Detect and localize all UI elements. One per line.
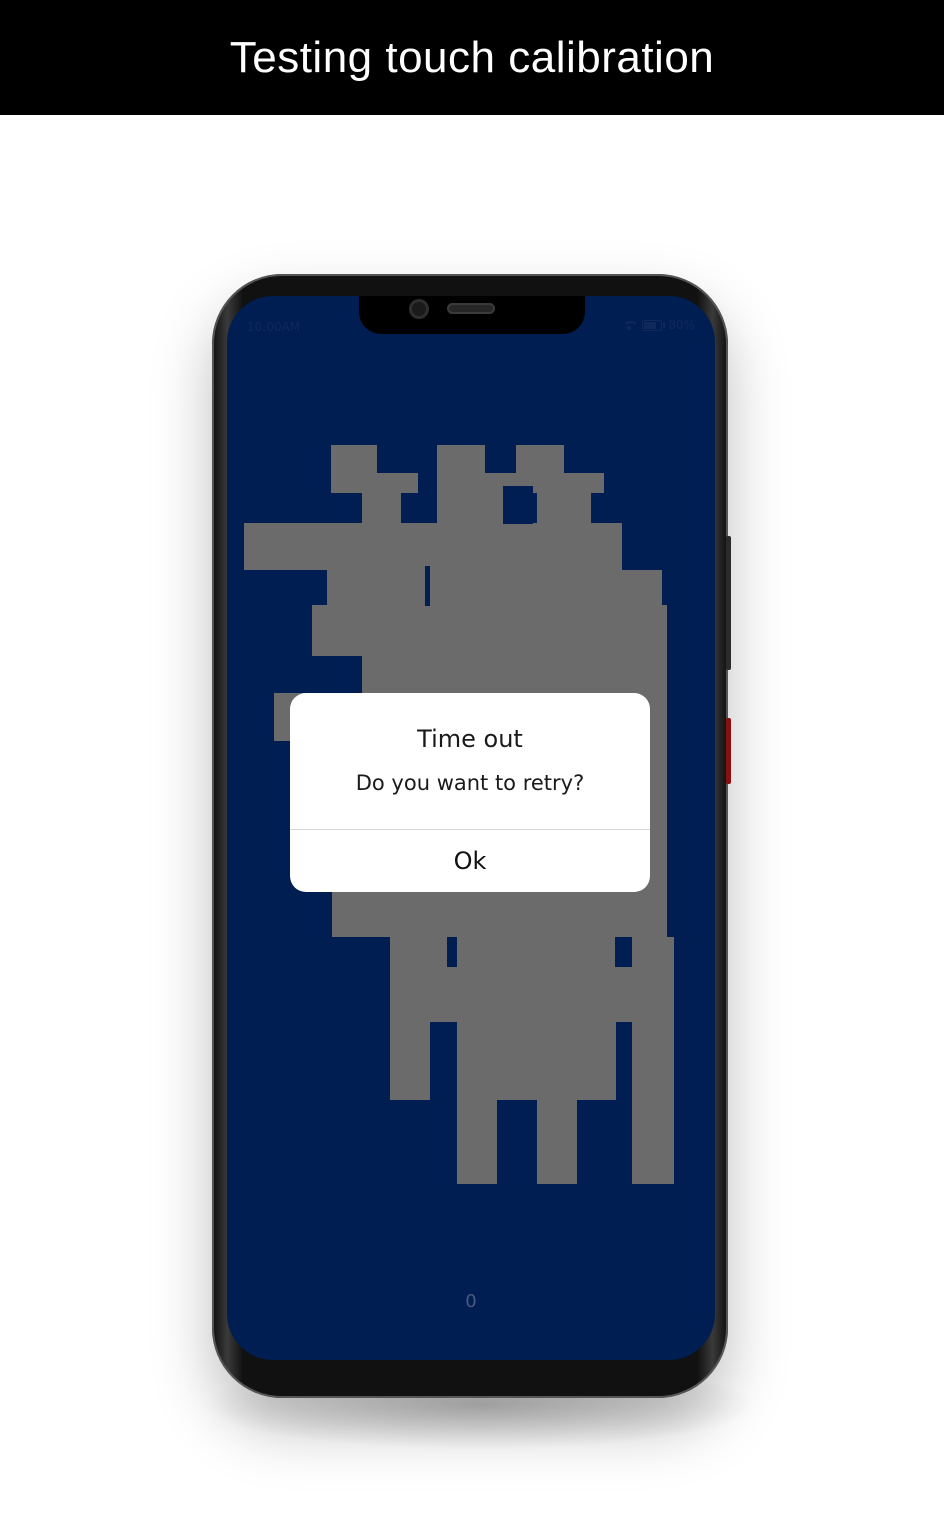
header-banner: Testing touch calibration [0,0,944,115]
status-time: 10:00AM [247,320,301,334]
dialog-title: Time out [417,725,523,753]
ok-button[interactable]: Ok [290,830,650,892]
front-camera-icon [409,299,429,319]
status-icons: 80% [622,318,695,332]
banner-title: Testing touch calibration [229,32,715,82]
volume-button [726,718,731,784]
dialog-message: Do you want to retry? [355,771,585,795]
camera-notch [359,296,585,334]
score-counter: 0 [465,1291,477,1312]
power-button [726,536,731,670]
battery-percentage: 80% [668,318,695,332]
timeout-dialog: Time out Do you want to retry? Ok [290,693,650,892]
wifi-icon [622,320,637,330]
earpiece-speaker [447,303,495,314]
battery-icon [642,319,666,331]
